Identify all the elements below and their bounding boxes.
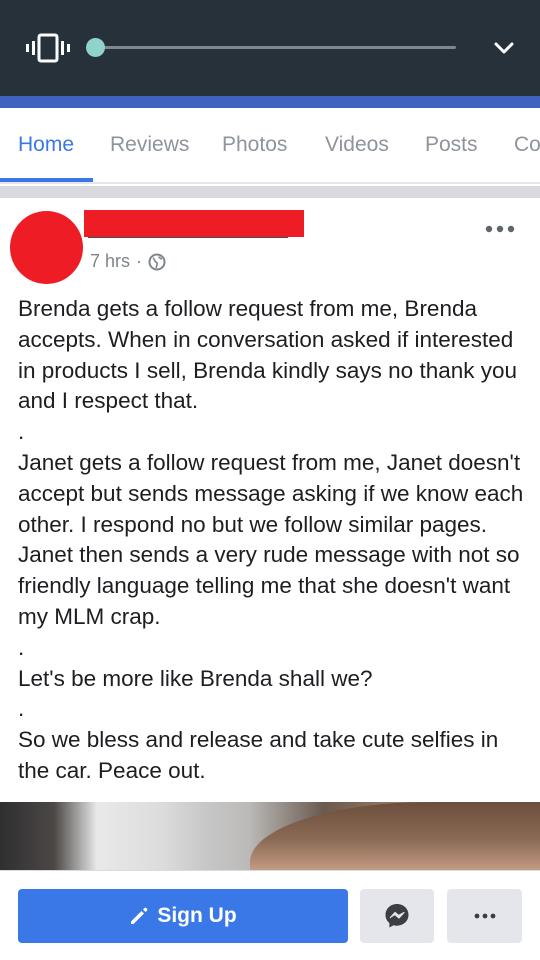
chevron-down-icon[interactable]	[490, 36, 518, 60]
post-card: 7 hrs · Brenda gets a follow request fro…	[0, 198, 540, 870]
post-paragraph: Janet gets a follow request from me, Jan…	[18, 449, 530, 629]
tab-posts[interactable]: Posts	[425, 133, 478, 157]
author-name-redaction	[84, 210, 304, 237]
vibrate-icon[interactable]	[26, 33, 70, 63]
meta-separator: ·	[136, 251, 143, 271]
divider	[0, 182, 540, 184]
tab-more-cut[interactable]: Co	[514, 133, 540, 157]
seek-track[interactable]	[96, 46, 456, 49]
tab-home[interactable]: Home	[18, 133, 74, 157]
section-divider	[0, 186, 540, 198]
tab-photos[interactable]: Photos	[222, 133, 287, 157]
post-paragraph: .	[18, 696, 25, 722]
more-button[interactable]	[447, 889, 522, 943]
messenger-icon	[385, 904, 409, 928]
media-control-bar	[0, 0, 540, 96]
page-header-strip	[0, 96, 540, 108]
tab-reviews[interactable]: Reviews	[110, 133, 189, 157]
messenger-button[interactable]	[360, 889, 434, 943]
photo-subject	[250, 802, 540, 870]
post-paragraph: Let's be more like Brenda shall we?	[18, 665, 373, 691]
post-paragraph: .	[18, 419, 25, 445]
seek-thumb[interactable]	[86, 38, 105, 57]
sign-up-button[interactable]: Sign Up	[18, 889, 348, 943]
globe-icon	[148, 253, 166, 270]
post-photo[interactable]	[0, 802, 540, 870]
more-options-icon[interactable]	[484, 224, 516, 234]
post-paragraph: .	[18, 634, 25, 660]
post-paragraph: Brenda gets a follow request from me, Br…	[18, 296, 524, 414]
post-body: Brenda gets a follow request from me, Br…	[18, 294, 528, 787]
post-timestamp[interactable]: 7 hrs	[90, 251, 130, 272]
post-paragraph: So we bless and release and take cute se…	[18, 727, 505, 783]
post-meta: 7 hrs ·	[90, 251, 166, 272]
avatar-redacted[interactable]	[10, 211, 83, 284]
page-tabs: Home Reviews Photos Videos Posts Co	[0, 108, 540, 182]
bottom-action-bar: Sign Up	[0, 870, 540, 960]
pencil-icon	[131, 907, 148, 924]
tab-videos[interactable]: Videos	[325, 133, 389, 157]
sign-up-label: Sign Up	[157, 904, 237, 927]
more-icon	[474, 913, 495, 919]
